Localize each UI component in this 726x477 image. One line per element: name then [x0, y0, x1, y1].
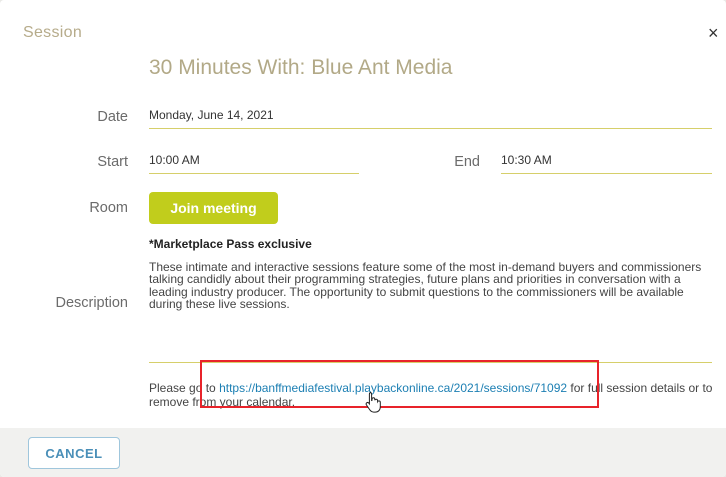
- date-label: Date: [97, 109, 128, 125]
- join-meeting-button[interactable]: Join meeting: [149, 192, 278, 224]
- dialog-header: Session ×: [0, 0, 726, 60]
- session-dialog: Session × 30 Minutes With: Blue Ant Medi…: [0, 0, 726, 477]
- end-time-field[interactable]: 10:30 AM: [501, 153, 552, 167]
- footer-note-prefix: Please go to: [149, 381, 220, 395]
- end-label: End: [454, 154, 480, 170]
- dialog-title: Session: [23, 24, 83, 41]
- session-details-link[interactable]: https://banffmediafestival.playbackonlin…: [219, 381, 567, 395]
- room-label: Room: [89, 200, 128, 216]
- session-title: 30 Minutes With: Blue Ant Media: [149, 56, 453, 79]
- description-text: These intimate and interactive sessions …: [149, 260, 702, 312]
- date-field[interactable]: Monday, June 14, 2021: [149, 108, 274, 122]
- start-underline: [149, 173, 359, 174]
- description-label: Description: [55, 295, 128, 311]
- start-label: Start: [97, 154, 128, 170]
- date-underline: [149, 128, 712, 129]
- hand-pointer-icon: [365, 392, 381, 413]
- close-icon[interactable]: ×: [708, 24, 726, 42]
- exclusive-note: *Marketplace Pass exclusive: [149, 237, 312, 251]
- cancel-button[interactable]: CANCEL: [28, 437, 120, 469]
- end-underline: [501, 173, 712, 174]
- footer-note: Please go to https://banffmediafestival.…: [149, 381, 719, 409]
- start-time-field[interactable]: 10:00 AM: [149, 153, 200, 167]
- description-underline: [149, 362, 712, 363]
